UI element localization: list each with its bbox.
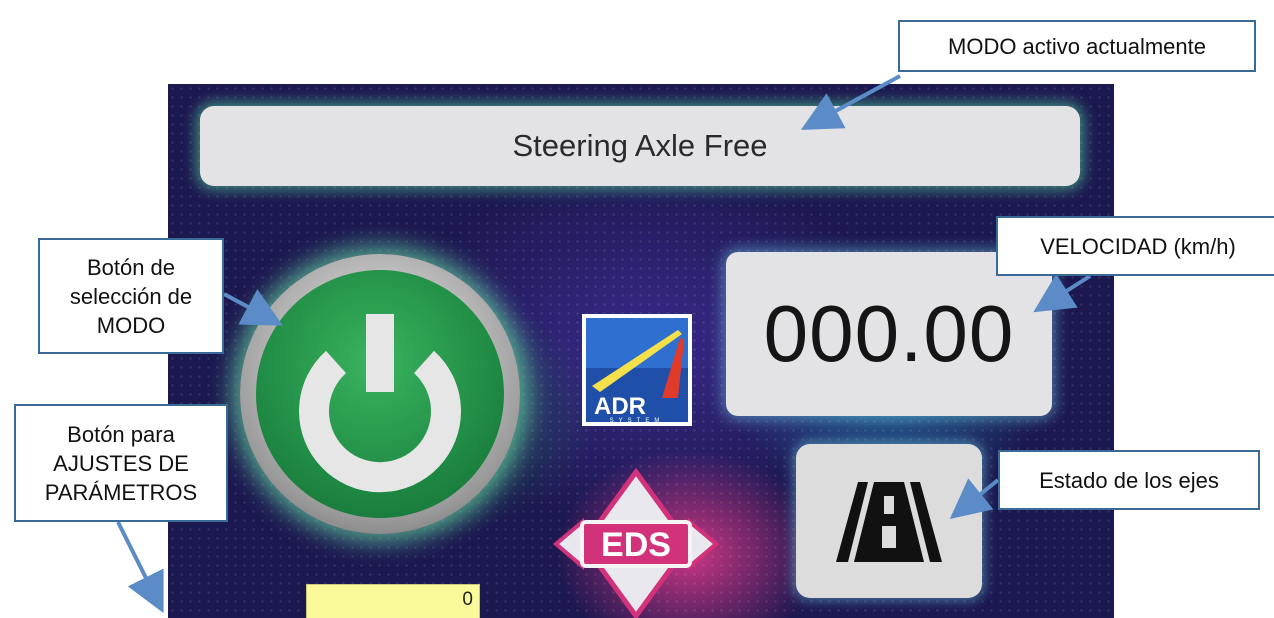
- callout-speed-text: VELOCIDAD (km/h): [1040, 233, 1236, 259]
- adr-logo-text: ADR: [594, 393, 646, 420]
- speed-value: 000.00: [763, 289, 1015, 378]
- adr-logo: ADR SYSTEM: [582, 314, 692, 426]
- adr-logo-subtext: SYSTEM: [610, 418, 665, 424]
- speed-display: 000.00: [726, 252, 1052, 416]
- callout-mode-button-text: Botón de selección de MODO: [69, 254, 193, 338]
- mode-select-button[interactable]: [240, 254, 520, 534]
- eds-logo-text: EDS: [601, 526, 671, 564]
- counter-value: 0: [462, 589, 473, 610]
- active-mode-text: Steering Axle Free: [512, 128, 768, 163]
- active-mode-display: Steering Axle Free: [200, 106, 1080, 186]
- power-icon: [299, 314, 461, 493]
- callout-mode-button: Botón de selección de MODO: [38, 238, 224, 354]
- callout-axle-state-text: Estado de los ejes: [1039, 467, 1219, 493]
- callout-speed: VELOCIDAD (km/h): [996, 216, 1274, 276]
- arrow-settings: [116, 521, 164, 614]
- callout-settings-button: Botón para AJUSTES DE PARÁMETROS: [14, 404, 228, 522]
- hmi-screen: Steering Axle Free ADR SYSTEM EDS 000.00: [168, 84, 1114, 618]
- axle-state-button[interactable]: [796, 444, 982, 598]
- counter-field: 0: [306, 584, 480, 618]
- mode-select-button-face: [256, 270, 504, 518]
- callout-axle-state: Estado de los ejes: [998, 450, 1260, 510]
- road-icon: [836, 482, 942, 562]
- eds-logo: EDS: [552, 468, 720, 618]
- callout-settings-button-text: Botón para AJUSTES DE PARÁMETROS: [44, 421, 198, 505]
- callout-mode-active-text: MODO activo actualmente: [948, 33, 1206, 59]
- callout-mode-active: MODO activo actualmente: [898, 20, 1256, 72]
